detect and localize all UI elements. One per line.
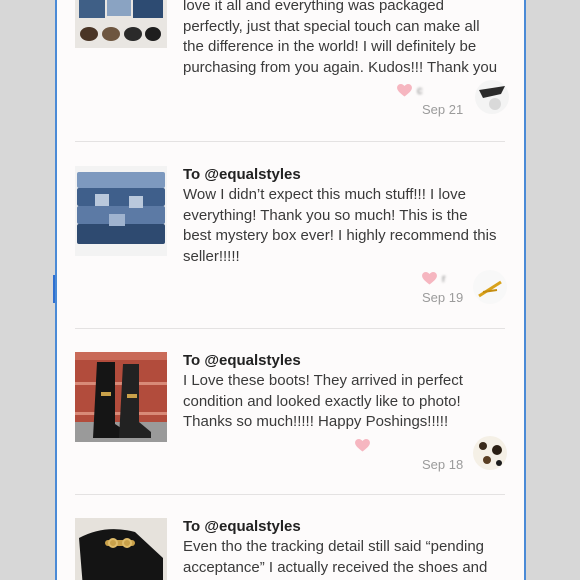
review-photo[interactable]	[75, 518, 167, 580]
review-date: Sep 19	[422, 290, 464, 305]
review-date: Sep 18	[422, 457, 464, 472]
avatar-image-icon	[475, 80, 509, 114]
reviewer-avatar[interactable]	[473, 436, 507, 470]
review-photo[interactable]	[75, 166, 167, 256]
review-recipient[interactable]: To @equalstyles	[183, 352, 301, 369]
black-boots-photo-icon	[75, 352, 167, 442]
jeans-stack-photo-icon	[75, 166, 167, 256]
clothes-and-shoes-photo-icon	[75, 0, 167, 48]
divider	[75, 328, 505, 329]
review-item: love it all and everything was packaged …	[75, 0, 509, 142]
divider	[75, 141, 505, 142]
review-recipient[interactable]: To @equalstyles	[183, 518, 301, 535]
reviewer-avatar[interactable]	[475, 80, 509, 114]
review-text: Even tho the tracking detail still said …	[183, 538, 488, 576]
reviewer-username[interactable]: c	[417, 85, 423, 97]
review-text: Wow I didn’t expect this much stuff!!! I…	[183, 186, 497, 265]
reviewer-username[interactable]: r	[442, 273, 446, 285]
review-item: To @equalstyles I Love these boots! They…	[75, 352, 507, 502]
reviews-feed[interactable]: love it all and everything was packaged …	[55, 0, 526, 580]
review-date: Sep 21	[422, 102, 464, 117]
heart-icon[interactable]	[397, 84, 412, 97]
heart-icon[interactable]	[355, 439, 370, 452]
review-item: To @equalstyles Even tho the tracking de…	[75, 518, 505, 580]
review-recipient[interactable]: To @equalstyles	[183, 166, 301, 183]
black-loafers-photo-icon	[75, 518, 167, 580]
review-photo[interactable]	[75, 0, 167, 48]
review-photo[interactable]	[75, 352, 167, 442]
avatar-image-icon	[473, 436, 507, 470]
reviewer-avatar[interactable]	[473, 270, 507, 304]
divider	[75, 494, 505, 495]
review-item: To @equalstyles Wow I didn’t expect this…	[75, 166, 507, 326]
review-text: love it all and everything was packaged …	[183, 0, 498, 76]
avatar-image-icon	[473, 270, 507, 304]
heart-icon[interactable]	[422, 272, 437, 285]
review-text: I Love these boots! They arrived in perf…	[183, 372, 463, 430]
